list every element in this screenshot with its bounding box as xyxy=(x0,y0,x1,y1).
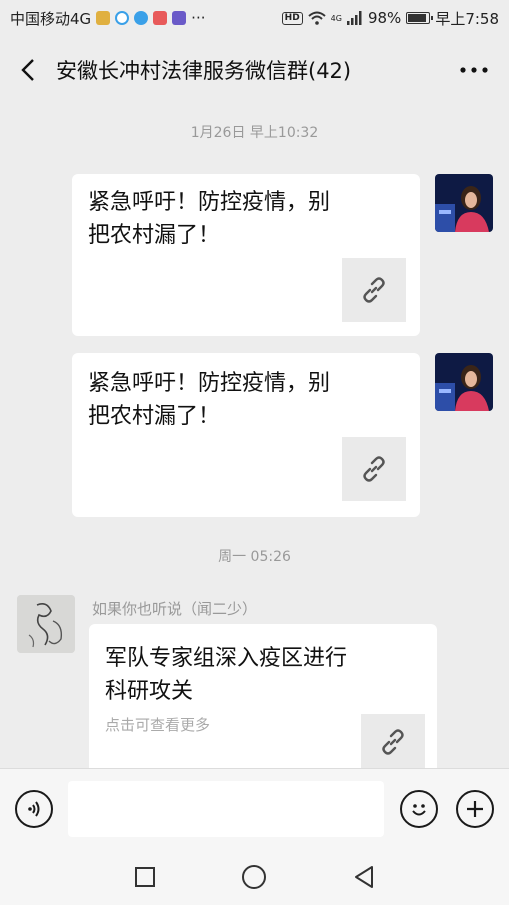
status-right: HD 4G 98% 早上7:58 xyxy=(281,8,499,29)
link-icon xyxy=(363,456,385,482)
link-card-title: 紧急呼吁！防控疫情，别 把农村漏了！ xyxy=(88,367,330,433)
navigation-bar xyxy=(0,848,509,905)
plus-icon xyxy=(467,801,483,817)
timestamp: 1月26日 早上10:32 xyxy=(190,125,319,141)
app-icon-4 xyxy=(153,11,168,25)
link-icon xyxy=(363,277,385,303)
link-thumbnail xyxy=(342,437,406,501)
link-card-title: 紧急呼吁！防控疫情，别 把农村漏了！ xyxy=(88,186,330,252)
link-card-title-line: 紧急呼吁！防控疫情，别 xyxy=(88,190,331,215)
signal-icon xyxy=(346,11,362,25)
avatar[interactable] xyxy=(17,595,75,653)
title-bar: 安徽长冲村法律服务微信群(42) xyxy=(0,36,509,104)
avatar[interactable] xyxy=(435,174,493,232)
square-icon xyxy=(134,866,155,887)
battery-percent: 98% xyxy=(367,9,402,27)
input-bar xyxy=(0,768,509,848)
avatar[interactable] xyxy=(435,353,493,411)
back-button[interactable] xyxy=(0,36,56,104)
more-button[interactable] xyxy=(439,36,509,104)
network-type: 4G xyxy=(330,13,342,23)
link-card-title-line: 把农村漏了！ xyxy=(88,223,221,248)
hd-icon: HD xyxy=(281,11,303,25)
app-icon-1 xyxy=(96,11,111,25)
home-button[interactable] xyxy=(234,857,274,897)
plus-button[interactable] xyxy=(456,790,494,828)
sender-name: 如果你也听说（闻二少） xyxy=(92,600,258,618)
link-card-message[interactable]: 紧急呼吁！防控疫情，别 把农村漏了！ xyxy=(72,353,420,517)
more-dots-icon xyxy=(460,67,488,73)
emoji-button[interactable] xyxy=(400,790,438,828)
timestamp: 周一 05:26 xyxy=(218,549,291,565)
link-card-message[interactable]: 紧急呼吁！防控疫情，别 把农村漏了！ xyxy=(72,174,420,336)
app-icon-5 xyxy=(172,11,187,25)
carrier-label: 中国移动4G xyxy=(10,9,92,28)
emoji-icon xyxy=(412,804,426,816)
voice-button[interactable] xyxy=(15,790,53,828)
message-input[interactable] xyxy=(68,781,384,837)
link-card-title-line: 把农村漏了！ xyxy=(88,404,221,429)
link-card-title-line: 科研攻关 xyxy=(105,679,194,704)
wifi-icon xyxy=(308,11,326,25)
circle-icon xyxy=(242,864,267,889)
app-icon-3 xyxy=(134,11,149,25)
clock: 早上7:58 xyxy=(435,9,499,28)
link-thumbnail xyxy=(342,258,406,322)
link-thumbnail xyxy=(361,714,425,770)
status-left: 中国移动4G ··· xyxy=(10,8,205,29)
app-icon-2 xyxy=(115,11,130,25)
triangle-back-icon xyxy=(355,865,374,888)
link-card-description: 点击可查看更多 xyxy=(105,716,211,734)
chat-title: 安徽长冲村法律服务微信群(42) xyxy=(56,59,352,83)
more-notifications: ··· xyxy=(191,9,206,27)
chevron-left-icon xyxy=(21,59,34,81)
link-card-title-line: 军队专家组深入疫区进行 xyxy=(105,646,348,671)
recents-button[interactable] xyxy=(125,857,165,897)
status-bar: 中国移动4G ··· HD 4G 98% 早上7:58 xyxy=(0,0,509,36)
link-card-message[interactable]: 军队专家组深入疫区进行 科研攻关 点击可查看更多 xyxy=(89,624,437,770)
voice-icon xyxy=(28,801,40,817)
system-back-button[interactable] xyxy=(344,857,384,897)
battery-icon xyxy=(406,12,434,24)
link-icon xyxy=(382,729,404,755)
link-card-title-line: 紧急呼吁！防控疫情，别 xyxy=(88,371,331,396)
link-card-title: 军队专家组深入疫区进行 科研攻关 xyxy=(105,642,347,708)
